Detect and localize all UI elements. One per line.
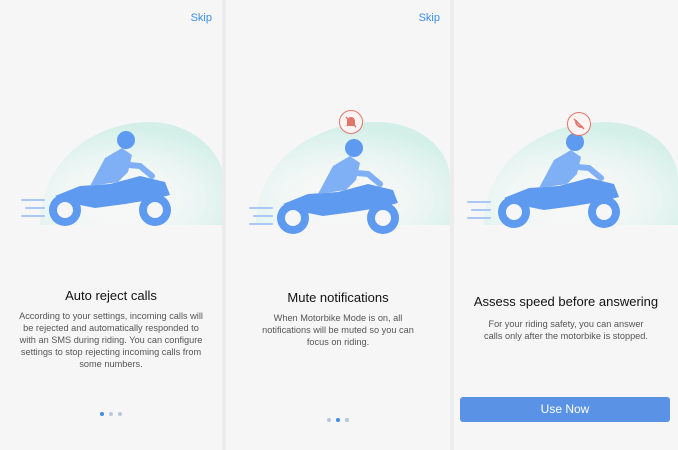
screen-description: When Motorbike Mode is on, all notificat… — [262, 313, 414, 347]
page-dot-2 — [109, 412, 113, 416]
screen-title: Mute notifications — [287, 290, 389, 305]
use-now-button[interactable]: Use Now — [460, 397, 670, 422]
page-dot-2 — [336, 418, 340, 422]
page-dot-3 — [118, 412, 122, 416]
bell-muted-icon — [339, 110, 363, 134]
screen-description: For your riding safety, you can answer c… — [484, 319, 648, 341]
motorbike-rider-icon — [467, 122, 678, 228]
phone-blocked-icon — [567, 112, 591, 136]
page-indicator — [0, 412, 222, 416]
page-indicator — [226, 418, 450, 422]
page-dot-1 — [100, 412, 104, 416]
motorbike-rider-icon — [21, 122, 222, 226]
screen-assess-speed: Assess speed before answering For your r… — [454, 0, 678, 450]
screen-title: Auto reject calls — [65, 288, 157, 303]
screen-auto-reject-calls: Skip Auto reject calls According to your… — [0, 0, 222, 450]
page-dot-3 — [345, 418, 349, 422]
onboarding-screens: Skip Auto reject calls According to your… — [0, 0, 678, 450]
skip-button[interactable]: Skip — [191, 12, 212, 24]
screen-description: According to your settings, incoming cal… — [19, 311, 203, 369]
skip-button[interactable]: Skip — [419, 12, 440, 24]
motorbike-rider-icon — [249, 122, 450, 234]
screen-mute-notifications: Skip Mute notifications When Motorbike M… — [226, 0, 450, 450]
screen-title: Assess speed before answering — [473, 294, 659, 309]
page-dot-1 — [327, 418, 331, 422]
